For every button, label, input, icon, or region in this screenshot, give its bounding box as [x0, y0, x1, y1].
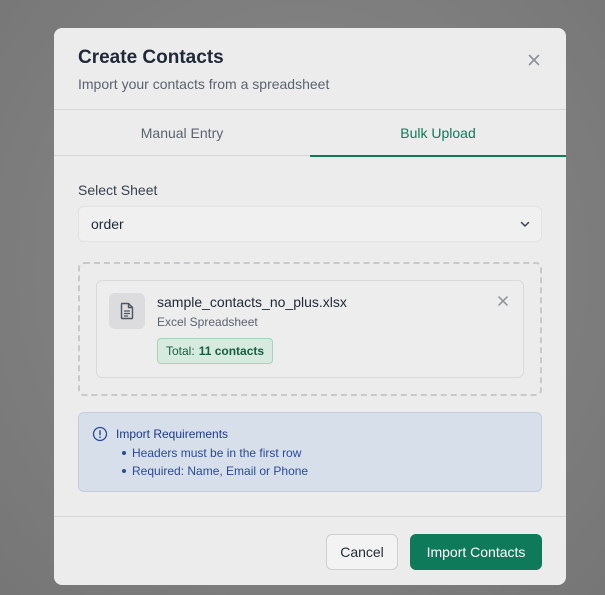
list-item: Required: Name, Email or Phone [121, 464, 308, 482]
file-icon-container [109, 293, 145, 329]
total-count: 11 contacts [198, 344, 265, 358]
info-circle-icon [92, 426, 108, 442]
dialog-title: Create Contacts [78, 47, 224, 68]
tab-bulk-upload[interactable]: Bulk Upload [310, 110, 566, 157]
cancel-button[interactable]: Cancel [326, 534, 398, 570]
tab-bar: Manual Entry Bulk Upload [54, 110, 566, 157]
list-item: Headers must be in the first row [121, 446, 308, 464]
file-name: sample_contacts_no_plus.xlsx [157, 294, 347, 310]
tab-manual-entry[interactable]: Manual Entry [54, 110, 310, 156]
dialog-header: Create Contacts Import your contacts fro… [54, 28, 566, 110]
dialog-footer: Cancel Import Contacts [54, 516, 566, 585]
dialog-subtitle: Import your contacts from a spreadsheet [78, 76, 330, 92]
uploaded-file-card: sample_contacts_no_plus.xlsx Excel Sprea… [96, 280, 524, 378]
import-requirements-box: Import Requirements Headers must be in t… [78, 412, 542, 492]
close-button[interactable] [526, 52, 542, 68]
chevron-down-icon [520, 221, 530, 227]
total-label: Total: [166, 344, 195, 358]
sheet-select-value: order [91, 216, 124, 232]
contacts-total-badge: Total: 11 contacts [157, 338, 274, 364]
sheet-select[interactable]: order [78, 206, 542, 242]
file-dropzone[interactable]: sample_contacts_no_plus.xlsx Excel Sprea… [78, 262, 542, 396]
close-icon [498, 296, 508, 306]
file-type: Excel Spreadsheet [157, 315, 258, 329]
remove-file-button[interactable] [497, 294, 509, 306]
create-contacts-dialog: Create Contacts Import your contacts fro… [54, 28, 566, 585]
import-contacts-button[interactable]: Import Contacts [410, 534, 542, 570]
requirements-list: Headers must be in the first row Require… [121, 446, 308, 482]
select-sheet-label: Select Sheet [78, 182, 158, 198]
close-icon [528, 54, 540, 66]
requirements-title: Import Requirements [116, 427, 229, 441]
file-text-icon [120, 302, 134, 320]
